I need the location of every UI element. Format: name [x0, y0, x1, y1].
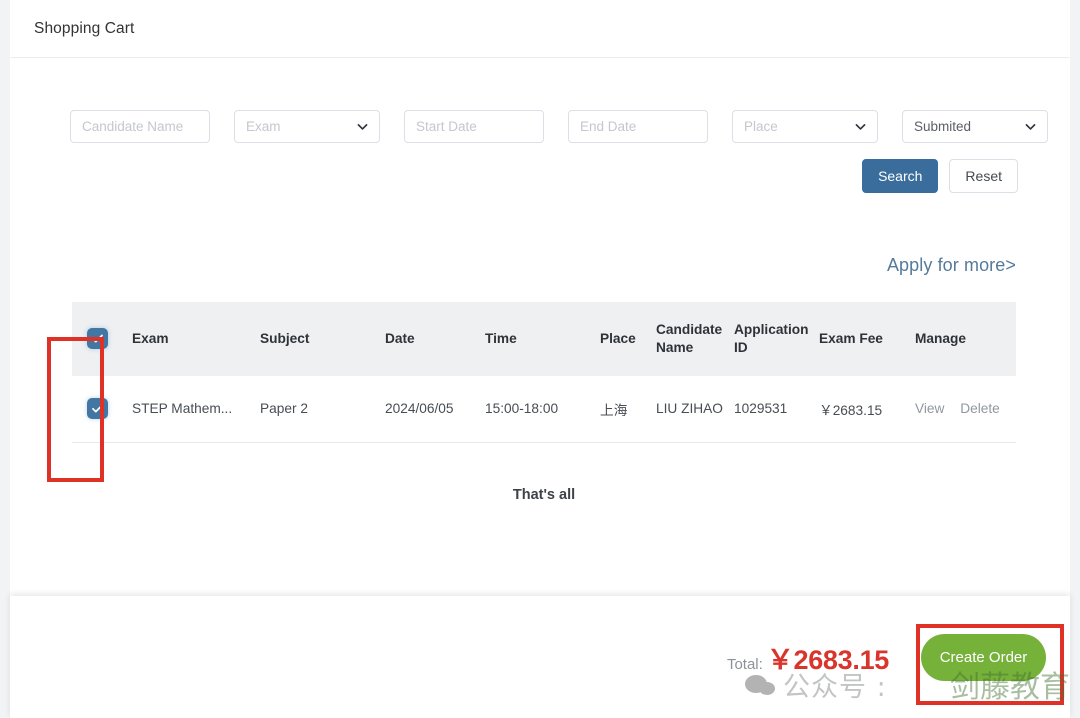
select-all-checkbox[interactable] [87, 328, 108, 349]
header-exam: Exam [132, 302, 260, 376]
start-date-placeholder: Start Date [416, 119, 477, 134]
total-block: Total: ￥2683.15 [727, 638, 889, 677]
cell-place: 上海 [600, 376, 656, 442]
header-subject: Subject [260, 302, 385, 376]
status-select-value: Submited [914, 119, 971, 134]
header-candidate-name: Candidate Name [656, 302, 734, 376]
table-row: STEP Mathem... Paper 2 2024/06/05 15:00-… [72, 376, 1016, 442]
cell-manage: View Delete [915, 376, 1016, 442]
cell-date: 2024/06/05 [385, 376, 485, 442]
place-select-value: Place [744, 119, 778, 134]
header-time: Time [485, 302, 600, 376]
search-button[interactable]: Search [862, 159, 938, 193]
apply-for-more-row: Apply for more> [10, 255, 1070, 276]
header-place: Place [600, 302, 656, 376]
page-title: Shopping Cart [34, 20, 134, 38]
chevron-down-icon [854, 120, 867, 133]
chevron-down-icon [1024, 120, 1037, 133]
checkout-footer: Total: ￥2683.15 Create Order [10, 596, 1070, 718]
cell-subject: Paper 2 [260, 376, 385, 442]
exam-select[interactable]: Exam [234, 110, 380, 143]
total-label: Total: [727, 656, 763, 673]
row-select-cell [72, 376, 132, 442]
place-select[interactable]: Place [732, 110, 878, 143]
create-order-button[interactable]: Create Order [921, 634, 1046, 681]
header-exam-fee: Exam Fee [819, 302, 915, 376]
header-date: Date [385, 302, 485, 376]
row-checkbox[interactable] [87, 398, 108, 419]
status-select[interactable]: Submited [902, 110, 1048, 143]
reset-button[interactable]: Reset [949, 159, 1018, 193]
exam-select-value: Exam [246, 119, 281, 134]
candidate-name-placeholder: Candidate Name [82, 119, 183, 134]
table-body: STEP Mathem... Paper 2 2024/06/05 15:00-… [72, 376, 1016, 442]
end-date-input[interactable]: End Date [568, 110, 708, 143]
filter-row: Candidate Name Exam Start Date End Date [10, 110, 1070, 143]
header-manage: Manage [915, 302, 1016, 376]
cell-candidate-name: LIU ZIHAO [656, 376, 734, 442]
cell-time: 15:00-18:00 [485, 376, 600, 442]
cell-exam: STEP Mathem... [132, 376, 260, 442]
filter-panel: Candidate Name Exam Start Date End Date [10, 58, 1070, 193]
end-of-list-text: That's all [72, 487, 1016, 503]
delete-link[interactable]: Delete [960, 401, 1000, 416]
end-date-placeholder: End Date [580, 119, 636, 134]
main-card: Shopping Cart Candidate Name Exam Start … [10, 0, 1070, 596]
select-all-header-cell [72, 302, 132, 376]
apply-for-more-link[interactable]: Apply for more> [887, 255, 1016, 276]
cart-table: Exam Subject Date Time Place Candidate N… [72, 302, 1016, 443]
view-link[interactable]: View [915, 401, 944, 416]
page-header: Shopping Cart [10, 0, 1070, 58]
shopping-cart-page: Shopping Cart Candidate Name Exam Start … [0, 0, 1080, 718]
chevron-down-icon [356, 120, 369, 133]
start-date-input[interactable]: Start Date [404, 110, 544, 143]
cell-application-id: 1029531 [734, 376, 819, 442]
total-amount: ￥2683.15 [767, 638, 889, 677]
candidate-name-input[interactable]: Candidate Name [70, 110, 210, 143]
cart-table-container: Exam Subject Date Time Place Candidate N… [72, 302, 1016, 503]
cell-exam-fee: ￥2683.15 [819, 376, 915, 442]
filter-actions: Search Reset [10, 159, 1070, 193]
table-header-row: Exam Subject Date Time Place Candidate N… [72, 302, 1016, 376]
table-head: Exam Subject Date Time Place Candidate N… [72, 302, 1016, 376]
header-application-id: Application ID [734, 302, 819, 376]
